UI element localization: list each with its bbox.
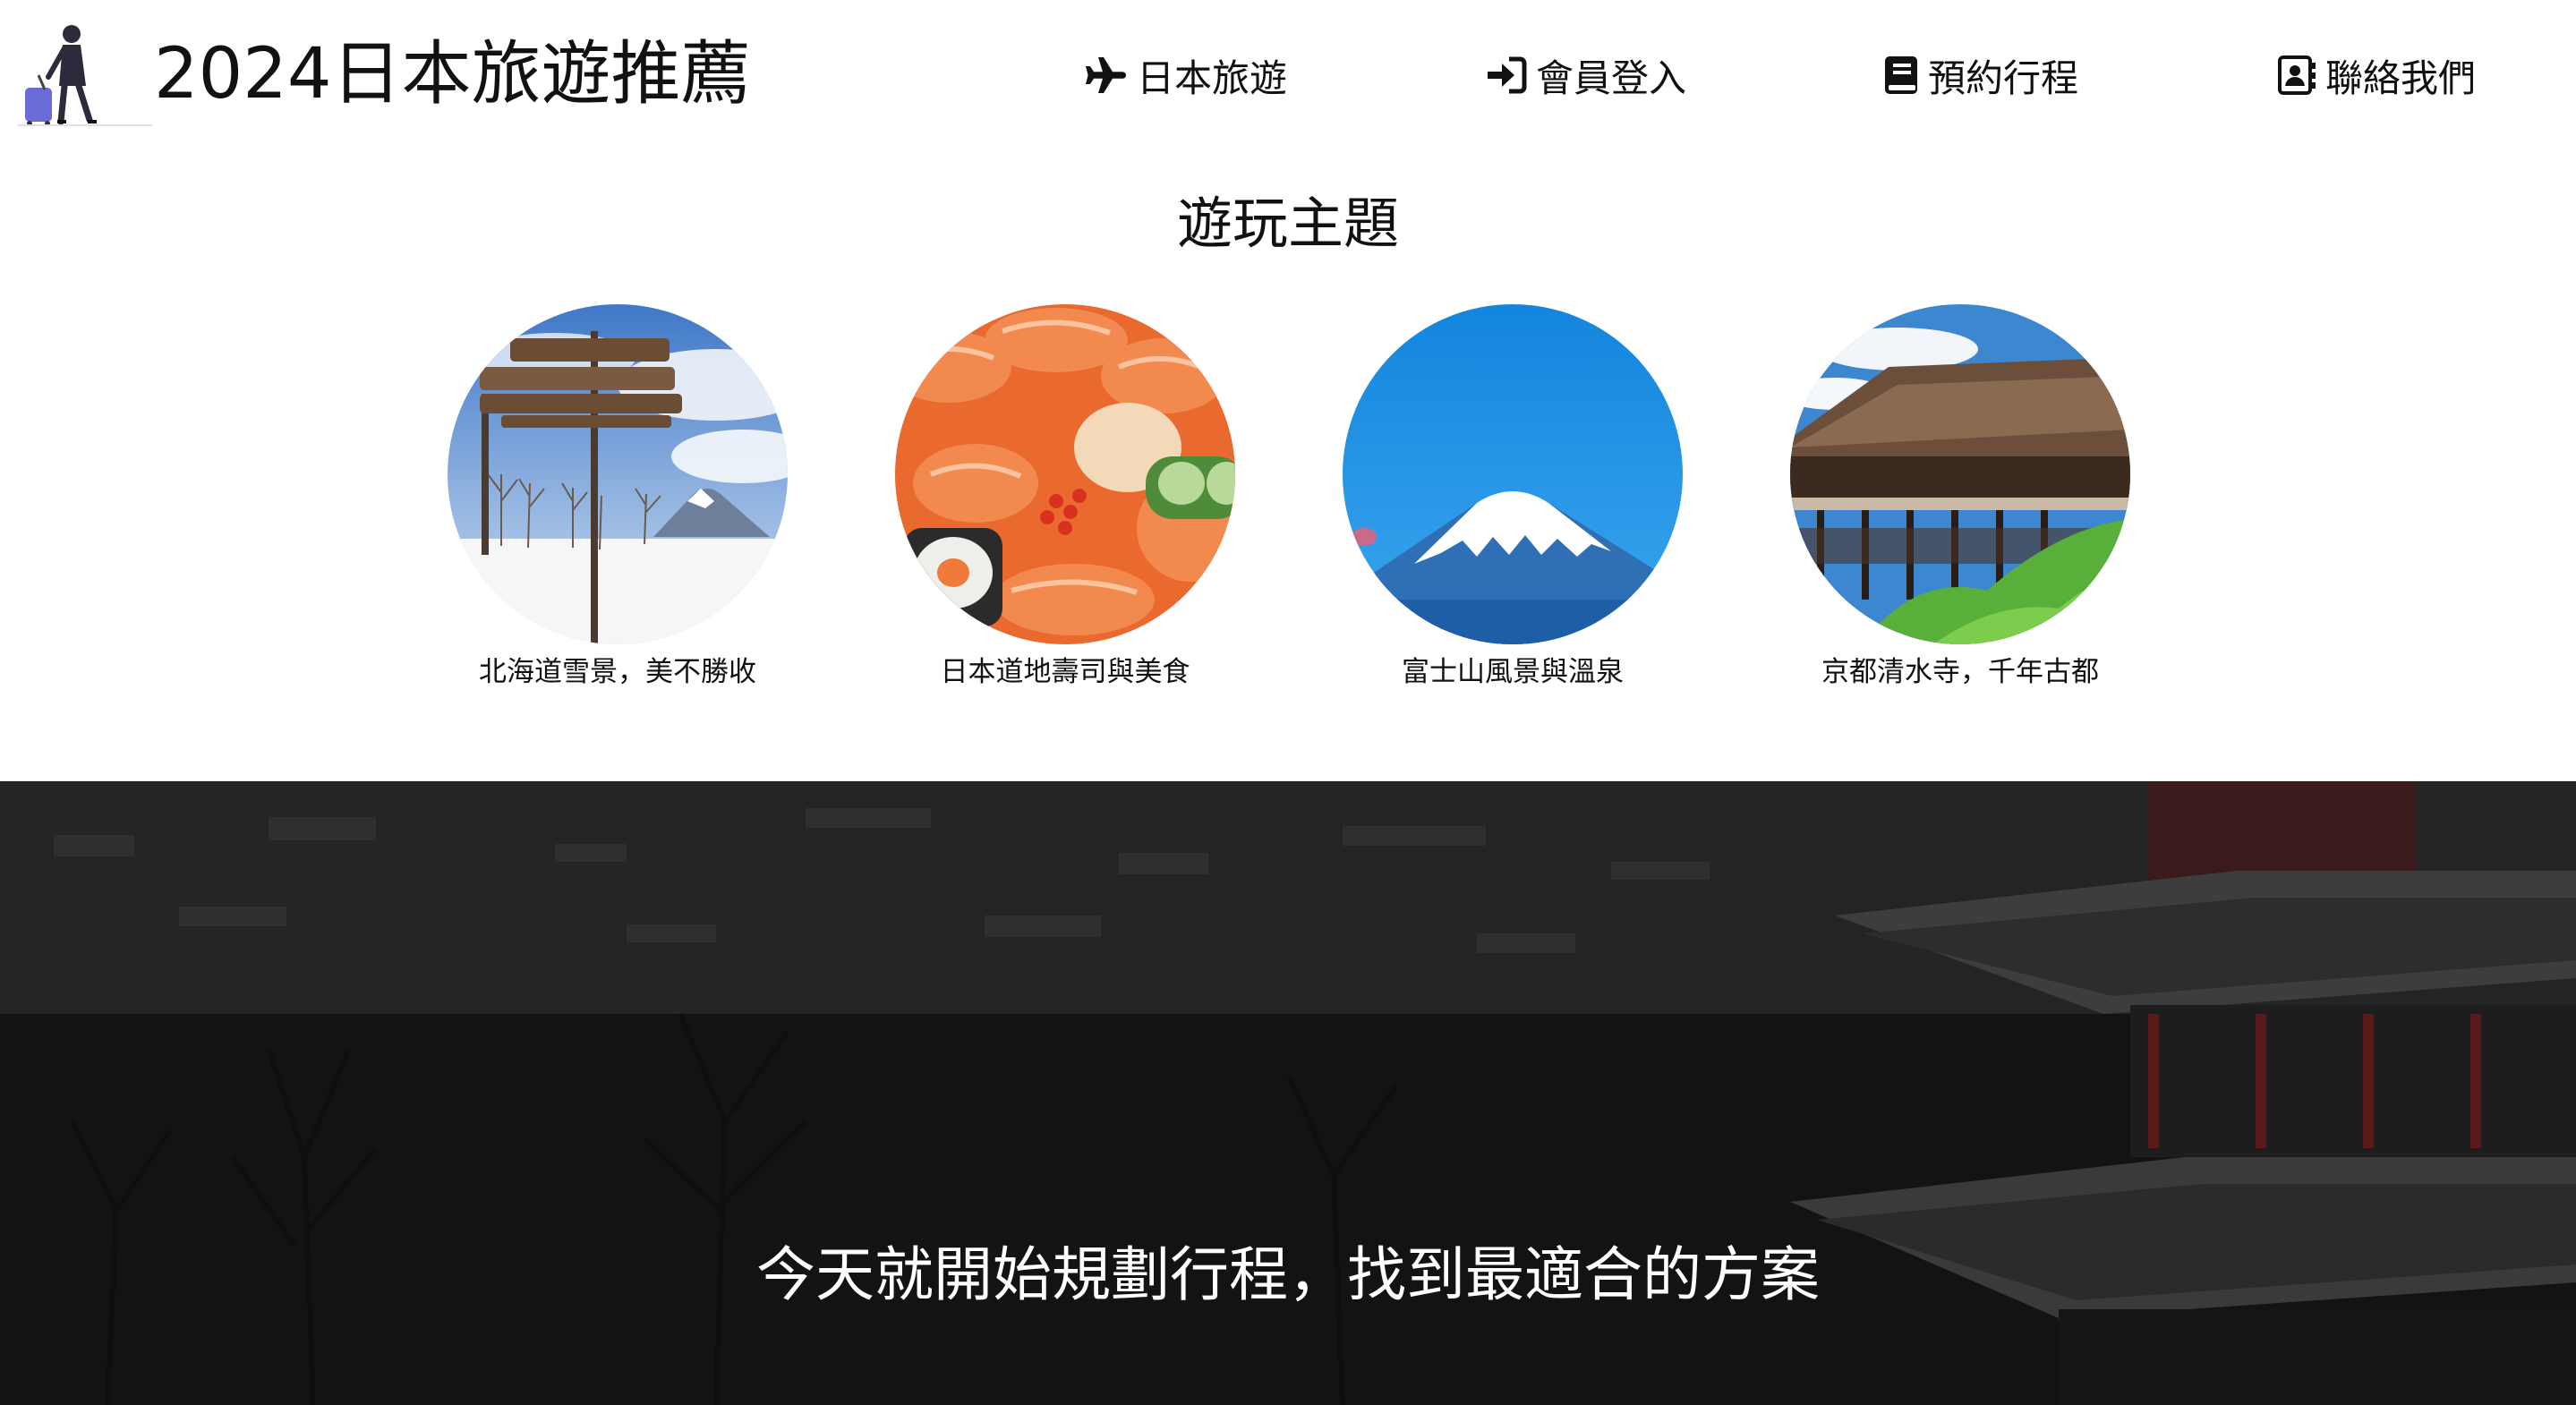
nav-item-member-login[interactable]: 會員登入 <box>1486 50 1686 100</box>
theme-caption: 京都清水寺，千年古都 <box>1821 656 2099 688</box>
nav-item-japan-travel[interactable]: 日本旅遊 <box>1085 50 1287 100</box>
hokkaido-snow-signpost-image[interactable] <box>448 304 788 644</box>
nav-label: 聯絡我們 <box>2325 55 2477 100</box>
sushi-platter-image[interactable] <box>895 304 1235 644</box>
themes-section-title: 遊玩主題 <box>1176 191 1399 256</box>
kiyomizu-dera-temple-image[interactable] <box>1790 304 2130 644</box>
sign-in-icon <box>1486 56 1527 94</box>
site-header: 2024日本旅遊推薦 日本旅遊 會員登入 預約行程 聯絡我們 <box>0 0 2576 152</box>
nav-label: 日本旅遊 <box>1137 55 1288 100</box>
theme-card-sushi[interactable]: 日本道地壽司與美食 <box>895 304 1235 691</box>
site-title[interactable]: 2024日本旅遊推薦 <box>154 32 751 116</box>
theme-caption: 日本道地壽司與美食 <box>940 656 1190 688</box>
theme-caption: 北海道雪景，美不勝收 <box>479 656 756 688</box>
hero-banner: 今天就開始規劃行程，找到最適合的方案 <box>0 781 2576 1405</box>
mount-fuji-image[interactable] <box>1343 304 1683 644</box>
banner-headline: 今天就開始規劃行程，找到最適合的方案 <box>756 1240 1820 1309</box>
theme-caption: 富士山風景與溫泉 <box>1402 656 1624 688</box>
nav-item-book-tour[interactable]: 預約行程 <box>1883 50 2078 100</box>
book-icon <box>1883 55 1919 96</box>
contact-card-icon <box>2277 55 2316 96</box>
theme-card-hokkaido[interactable]: 北海道雪景，美不勝收 <box>448 304 788 691</box>
traveler-with-suitcase-icon[interactable] <box>18 21 152 127</box>
nav-label: 會員登入 <box>1536 55 1687 100</box>
plane-icon <box>1085 55 1128 95</box>
theme-card-fuji[interactable]: 富士山風景與溫泉 <box>1343 304 1683 691</box>
nav-item-contact-us[interactable]: 聯絡我們 <box>2277 50 2476 100</box>
nav-label: 預約行程 <box>1928 55 2079 100</box>
theme-card-kyoto[interactable]: 京都清水寺，千年古都 <box>1790 304 2130 691</box>
